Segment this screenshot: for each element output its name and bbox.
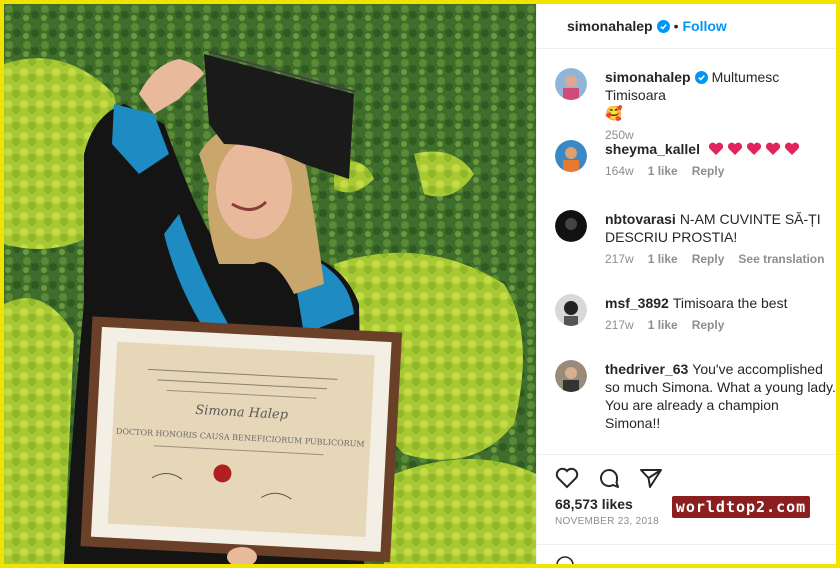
likes-count[interactable]: 68,573 likes — [555, 496, 633, 512]
post-photo[interactable]: Simona Halep DOCTOR HONORIS CAUSA BENEFI… — [4, 4, 536, 564]
comment-username[interactable]: msf_3892 — [605, 295, 669, 311]
watermark: worldtop2.com — [672, 496, 810, 518]
comment-likes[interactable]: 1 like — [648, 318, 678, 332]
comment-time[interactable]: 217w — [605, 318, 634, 332]
comment-username[interactable]: thedriver_63 — [605, 361, 688, 377]
comment-item: nbtovarasi N-AM CUVINTE SĂ-ȚI DESCRIU PRO… — [537, 202, 836, 286]
comment-item: sheyma_kallel 164w 1 like Reply — [537, 132, 836, 202]
comment-username[interactable]: sheyma_kallel — [605, 141, 700, 157]
verified-badge-icon — [656, 19, 670, 33]
avatar[interactable] — [555, 68, 587, 100]
comment-time[interactable]: 217w — [605, 252, 634, 266]
comment-username[interactable]: nbtovarasi — [605, 211, 676, 227]
screenshot-frame: Simona Halep DOCTOR HONORIS CAUSA BENEFI… — [0, 0, 840, 568]
post-date: NOVEMBER 23, 2018 — [555, 516, 660, 527]
share-icon[interactable] — [639, 467, 663, 489]
verified-badge-icon — [694, 71, 708, 84]
heart-emoji-icon — [708, 142, 723, 155]
caption-username[interactable]: simonahalep — [605, 69, 691, 85]
comment-time[interactable]: 164w — [605, 164, 634, 178]
hearts-emoji — [708, 142, 800, 156]
like-heart-icon[interactable] — [555, 467, 579, 489]
comment-text: Timisoara the best — [672, 295, 788, 311]
comment-item: msf_3892 Timisoara the best 217w 1 like R… — [537, 286, 836, 352]
see-translation-button[interactable]: See translation — [738, 252, 824, 266]
comment-likes[interactable]: 1 like — [648, 164, 678, 178]
avatar[interactable] — [555, 210, 587, 242]
bookmark-icon[interactable] — [836, 464, 840, 484]
comments-list: simonahalep Multumesc Timisoara 🥰 250w sh… — [537, 60, 836, 442]
follow-button[interactable]: Follow — [683, 18, 727, 34]
comment-icon[interactable] — [597, 466, 621, 490]
header-username[interactable]: simonahalep — [567, 18, 653, 34]
caption: simonahalep Multumesc Timisoara 🥰 250w — [537, 60, 836, 142]
reply-button[interactable]: Reply — [692, 318, 725, 332]
heart-emoji-icon — [746, 142, 761, 155]
avatar[interactable] — [555, 360, 587, 392]
add-comment-bar[interactable] — [537, 544, 836, 564]
avatar[interactable] — [555, 294, 587, 326]
heart-emoji-icon — [765, 142, 780, 155]
comment-item: thedriver_63 You've accomplished so much … — [537, 352, 836, 442]
heart-emoji-icon — [784, 142, 799, 155]
post-side-panel: simonahalep • Follow simonahalep Multumes… — [536, 4, 836, 564]
avatar[interactable] — [555, 140, 587, 172]
caption-emoji: 🥰 — [605, 105, 623, 121]
emoji-icon[interactable] — [555, 555, 575, 568]
post-image: Simona Halep DOCTOR HONORIS CAUSA BENEFI… — [4, 4, 536, 564]
reply-button[interactable]: Reply — [692, 164, 725, 178]
reply-button[interactable]: Reply — [692, 252, 725, 266]
heart-emoji-icon — [727, 142, 742, 155]
comment-likes[interactable]: 1 like — [648, 252, 678, 266]
separator-dot: • — [673, 18, 679, 34]
post-header: simonahalep • Follow — [537, 4, 836, 49]
post-actions — [537, 454, 836, 500]
